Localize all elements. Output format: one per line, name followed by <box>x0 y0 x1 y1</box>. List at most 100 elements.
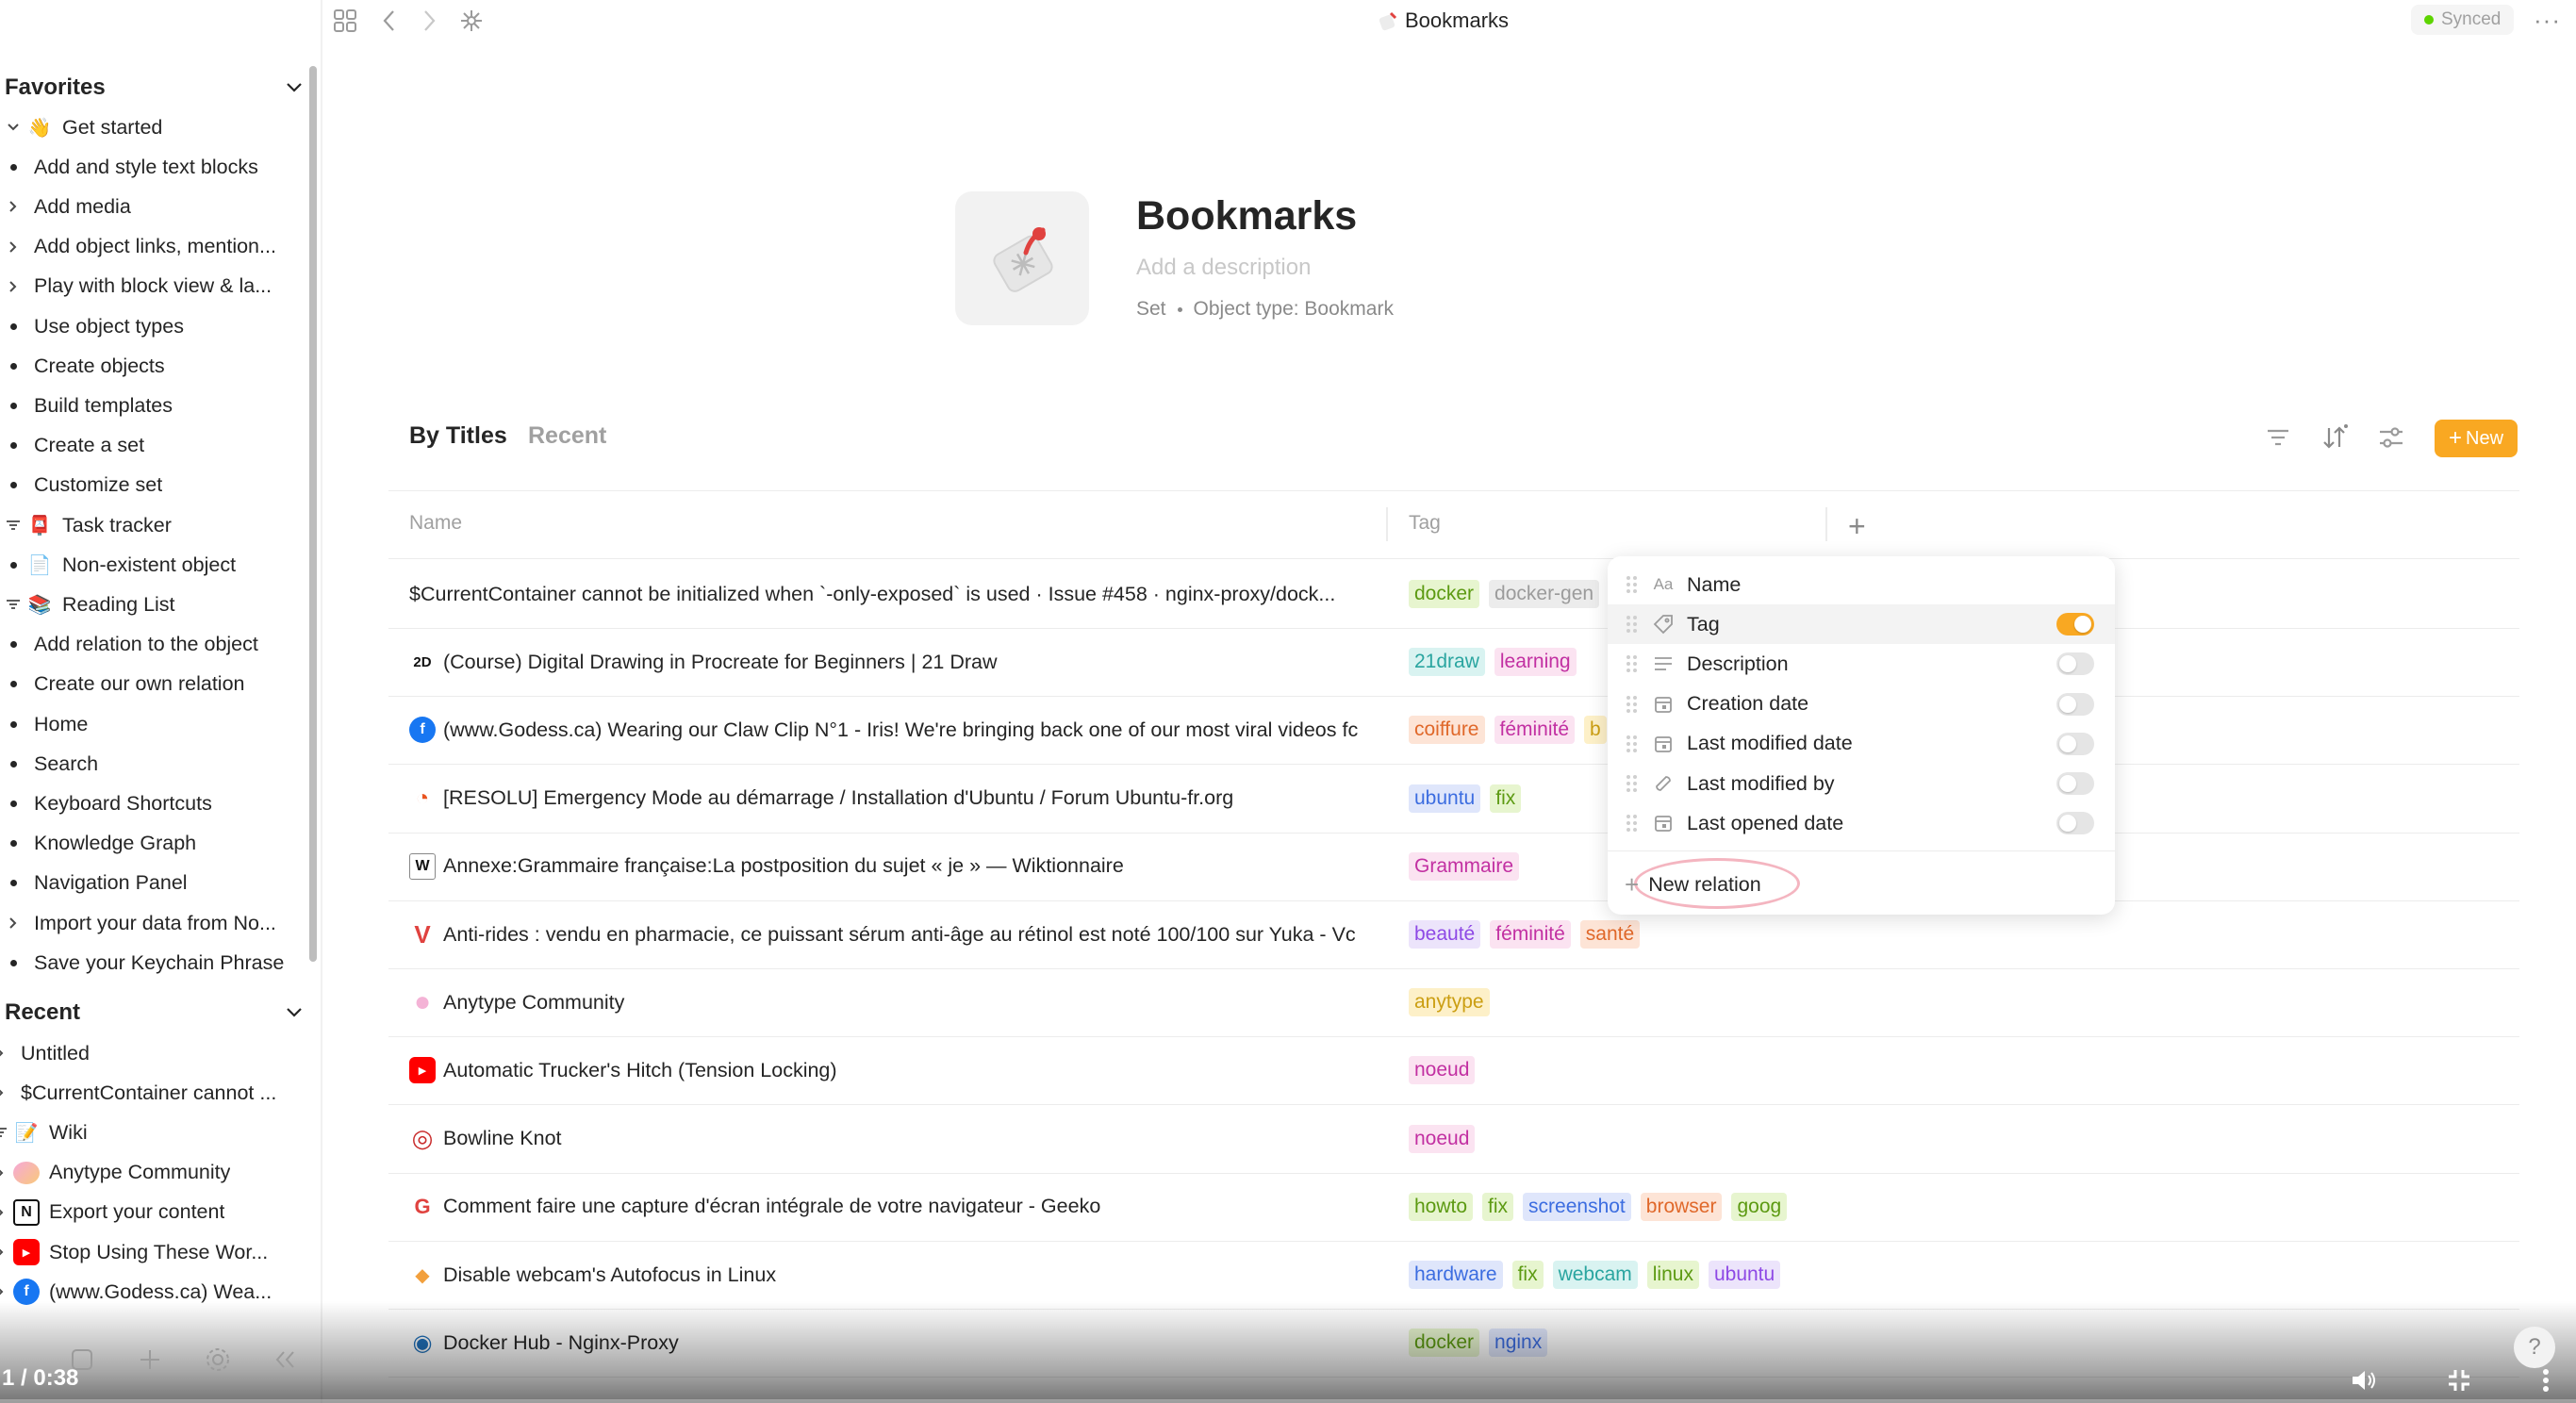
column-separator[interactable] <box>1386 507 1388 541</box>
relation-visibility-toggle[interactable] <box>2056 652 2094 676</box>
column-header-name[interactable]: Name <box>409 512 462 535</box>
sidebar-item[interactable]: Add media <box>0 187 311 226</box>
sidebar-item[interactable]: 📝 Wiki <box>0 1113 298 1152</box>
sidebar-item[interactable]: Create a set <box>0 426 311 466</box>
sidebar-item[interactable]: Home <box>0 704 311 744</box>
sidebar-item[interactable]: Customize set <box>0 466 311 505</box>
description-input[interactable]: Add a description <box>1136 255 1311 281</box>
drag-handle-icon[interactable] <box>1627 655 1638 673</box>
table-row[interactable]: W Annexe:Grammaire française:La postposit… <box>388 833 2519 900</box>
table-row[interactable]: $CurrentContainer cannot be initialized … <box>388 560 2519 628</box>
chevron-down-icon[interactable] <box>282 1000 306 1025</box>
sidebar-item[interactable]: Anytype Community <box>0 1153 298 1193</box>
chevron-down-icon[interactable] <box>7 123 20 132</box>
chevron-right-icon[interactable] <box>8 240 18 254</box>
sidebar-item[interactable]: Save your Keychain Phrase <box>0 943 311 982</box>
relation-item[interactable]: Description <box>1608 644 2115 684</box>
sidebar-item[interactable]: Use object types <box>0 306 311 346</box>
sidebar-item[interactable]: Untitled <box>0 1033 298 1073</box>
drag-handle-icon[interactable] <box>1627 616 1638 634</box>
drag-handle-icon[interactable] <box>1627 735 1638 752</box>
relation-visibility-toggle[interactable] <box>2056 732 2094 755</box>
table-row[interactable]: V Anti-rides : vendu en pharmacie, ce pui… <box>388 900 2519 968</box>
relation-visibility-toggle[interactable] <box>2056 692 2094 716</box>
row-tag-cell[interactable]: noeud <box>1409 1036 1899 1104</box>
table-row[interactable]: G Comment faire une capture d'écran intég… <box>388 1173 2519 1241</box>
chevron-right-icon[interactable] <box>0 1166 5 1180</box>
set-filter-icon[interactable] <box>6 599 21 610</box>
sidebar-item[interactable]: Import your data from No... <box>0 903 311 943</box>
sidebar-item[interactable]: Add and style text blocks <box>0 147 311 187</box>
meta-set-label[interactable]: Set <box>1136 298 1166 321</box>
sidebar-item[interactable]: Keyboard Shortcuts <box>0 784 311 823</box>
sidebar-item[interactable]: Build templates <box>0 386 311 425</box>
sidebar-item[interactable]: $CurrentContainer cannot ... <box>0 1073 298 1113</box>
relation-item[interactable]: Last opened date <box>1608 803 2115 843</box>
sidebar-scrollbar[interactable] <box>309 66 317 962</box>
sidebar-item[interactable]: ▶ Stop Using These Wor... <box>0 1232 298 1272</box>
view-settings-icon[interactable] <box>2374 421 2408 454</box>
chevron-down-icon[interactable] <box>282 75 306 100</box>
sidebar-item[interactable]: Search <box>0 744 311 784</box>
synced-status-badge[interactable]: Synced <box>2411 5 2515 35</box>
row-tag-cell[interactable]: hardware fix webcam linux ubuntu <box>1409 1241 1899 1309</box>
exit-fullscreen-icon[interactable] <box>2442 1363 2476 1397</box>
relation-item[interactable]: Last modified date <box>1608 724 2115 764</box>
gear-icon[interactable] <box>202 1344 234 1376</box>
table-row[interactable]: ● Anytype Community anytype <box>388 968 2519 1036</box>
new-relation-button[interactable]: + New relation <box>1625 866 1761 903</box>
recent-section-header[interactable]: Recent <box>5 994 306 1032</box>
sidebar-item[interactable]: Play with block view & la... <box>0 267 311 306</box>
row-tag-cell[interactable]: noeud <box>1409 1105 1899 1173</box>
new-object-button[interactable]: + New <box>2435 420 2518 457</box>
chevron-right-icon[interactable] <box>8 200 18 213</box>
sidebar-item[interactable]: Knowledge Graph <box>0 824 311 864</box>
sidebar-item[interactable]: 👋 Get started <box>0 107 311 147</box>
chevron-right-icon[interactable] <box>0 1086 5 1099</box>
more-options-icon[interactable]: ··· <box>2534 6 2561 35</box>
relation-item[interactable]: Aa Name <box>1608 565 2115 604</box>
relation-visibility-toggle[interactable] <box>2056 812 2094 835</box>
table-row[interactable]: ◔ [RESOLU] Emergency Mode au démarrage / … <box>388 765 2519 833</box>
sidebar-item[interactable]: Create our own relation <box>0 665 311 704</box>
plus-icon[interactable] <box>134 1344 166 1376</box>
favorites-section-header[interactable]: Favorites <box>5 69 306 107</box>
relation-item[interactable]: Creation date <box>1608 685 2115 724</box>
chevron-right-icon[interactable] <box>0 1285 5 1298</box>
grid-icon[interactable] <box>328 4 362 38</box>
sidebar-item[interactable]: N Export your content <box>0 1193 298 1232</box>
sidebar-item[interactable]: 📚 Reading List <box>0 585 311 624</box>
forward-arrow-icon[interactable] <box>413 4 447 38</box>
back-arrow-icon[interactable] <box>372 4 405 38</box>
sidebar-divider[interactable] <box>321 0 322 1403</box>
column-separator[interactable] <box>1825 507 1827 541</box>
relation-item[interactable]: Tag <box>1608 604 2115 645</box>
sidebar-item[interactable]: Add object links, mention... <box>0 227 311 267</box>
relation-item[interactable]: Last modified by <box>1608 764 2115 803</box>
page-title-bar[interactable]: Bookmarks <box>1379 6 1509 36</box>
chevron-right-icon[interactable] <box>8 280 18 293</box>
sidebar-item[interactable]: Add relation to the object <box>0 625 311 665</box>
chevron-right-icon[interactable] <box>8 916 18 930</box>
chevron-right-icon[interactable] <box>0 1246 5 1259</box>
filter-icon[interactable] <box>2261 421 2295 454</box>
set-filter-icon[interactable] <box>6 520 21 531</box>
sort-icon[interactable] <box>2318 421 2352 454</box>
volume-icon[interactable] <box>2348 1363 2382 1397</box>
table-row[interactable]: ◆ Disable webcam's Autofocus in Linux hard… <box>388 1241 2519 1309</box>
table-row[interactable]: 2D (Course) Digital Drawing in Procreate … <box>388 628 2519 696</box>
help-button[interactable]: ? <box>2514 1327 2555 1368</box>
drag-handle-icon[interactable] <box>1627 695 1638 713</box>
drag-handle-icon[interactable] <box>1627 815 1638 833</box>
table-row[interactable]: ▶ Automatic Trucker's Hitch (Tension Lock… <box>388 1036 2519 1104</box>
sidebar-item[interactable]: Create objects <box>0 346 311 386</box>
object-title[interactable]: Bookmarks <box>1136 193 1357 239</box>
chevron-right-icon[interactable] <box>0 1206 5 1219</box>
relation-visibility-toggle[interactable] <box>2056 613 2094 636</box>
table-row[interactable]: ◎ Bowline Knot noeud <box>388 1105 2519 1173</box>
sidebar-item[interactable]: Navigation Panel <box>0 864 311 903</box>
video-progress-bar[interactable] <box>0 1399 2576 1403</box>
add-column-plus-icon[interactable]: + <box>1848 509 1866 544</box>
kebab-menu-icon[interactable] <box>2529 1363 2563 1397</box>
sidebar-item[interactable]: 📄 Non-existent object <box>0 545 311 585</box>
